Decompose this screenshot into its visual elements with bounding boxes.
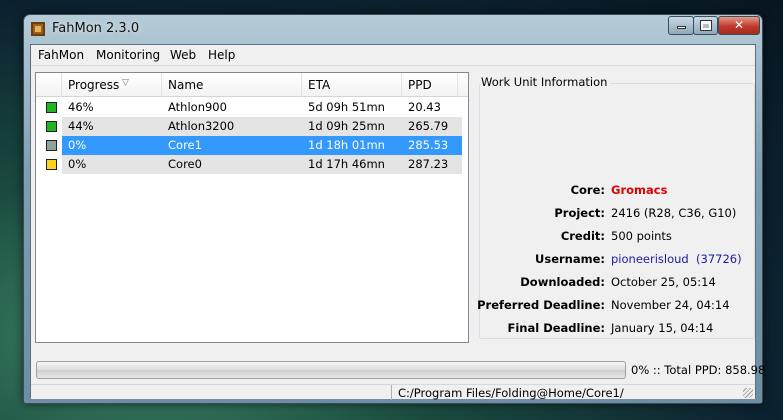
close-button[interactable]: ✕ [718, 16, 760, 35]
client-area: FahMon Monitoring Web Help Progress ▽ Na… [30, 44, 765, 400]
total-ppd-text: 0% :: Total PPD: 858.98 [631, 363, 766, 377]
fahmon-app-icon[interactable] [31, 22, 45, 36]
final-deadline-value: January 15, 04:14 [611, 321, 714, 335]
menu-fahmon[interactable]: FahMon [38, 48, 84, 62]
column-status[interactable] [36, 73, 62, 97]
fahmon-window: FahMon 2.3.0 ✕ FahMon Monitoring Web Hel… [23, 14, 765, 404]
column-name[interactable]: Name [162, 73, 302, 97]
table-row[interactable]: 44% Athlon3200 1d 09h 25mn 265.79 [36, 117, 470, 136]
sort-descending-icon: ▽ [122, 78, 129, 88]
table-row[interactable]: 46% Athlon900 5d 09h 51mn 20.43 [36, 98, 470, 117]
cell-progress: 46% [68, 100, 94, 114]
info-row-core: Core: Gromacs [477, 183, 755, 199]
row-background [62, 98, 462, 117]
core-value: Gromacs [611, 183, 668, 197]
project-label: Project: [554, 206, 605, 220]
menu-bar: FahMon Monitoring Web Help [31, 45, 755, 66]
preferred-deadline-label: Preferred Deadline: [477, 298, 605, 312]
close-icon: ✕ [733, 18, 745, 32]
core-label: Core: [570, 183, 605, 197]
list-header: Progress ▽ Name ETA PPD [36, 73, 468, 97]
downloaded-value: October 25, 05:14 [611, 275, 716, 289]
table-row[interactable]: 0% Core1 1d 18h 01mn 285.53 [36, 136, 470, 155]
info-row-downloaded: Downloaded: October 25, 05:14 [477, 275, 755, 291]
column-progress[interactable]: Progress ▽ [62, 73, 162, 97]
username-label: Username: [535, 252, 605, 266]
project-value: 2416 (R28, C36, G10) [611, 206, 737, 220]
menu-monitoring[interactable]: Monitoring [96, 48, 160, 62]
final-deadline-label: Final Deadline: [507, 321, 606, 335]
cell-ppd: 287.23 [408, 157, 449, 171]
client-status-icon [46, 159, 57, 170]
cell-eta: 1d 18h 01mn [308, 138, 385, 152]
resize-grip[interactable] [743, 388, 753, 398]
title-bar[interactable]: FahMon 2.3.0 ✕ [24, 15, 762, 43]
cell-ppd: 265.79 [408, 119, 449, 133]
menu-help[interactable]: Help [208, 48, 235, 62]
info-row-project: Project: 2416 (R28, C36, G10) [477, 206, 755, 222]
client-list[interactable]: Progress ▽ Name ETA PPD 46% Athlon900 5d 0… [35, 72, 469, 343]
cell-name: Athlon3200 [168, 119, 235, 133]
client-status-icon [46, 102, 57, 113]
cell-progress: 44% [68, 119, 94, 133]
status-path: C:/Program Files/Folding@Home/Core1/ [398, 386, 624, 400]
cell-eta: 1d 17h 46mn [308, 157, 385, 171]
cell-eta: 5d 09h 51mn [308, 100, 385, 114]
cell-name: Core1 [168, 138, 202, 152]
cell-ppd: 285.53 [408, 138, 449, 152]
status-separator [391, 385, 392, 400]
cell-ppd: 20.43 [408, 100, 441, 114]
row-background [62, 136, 462, 155]
cell-eta: 1d 09h 25mn [308, 119, 385, 133]
info-title: Work Unit Information [481, 75, 611, 89]
minimize-button[interactable] [668, 16, 694, 35]
column-ppd[interactable]: PPD [402, 73, 458, 97]
minimize-icon [676, 26, 686, 29]
status-bar: C:/Program Files/Folding@Home/Core1/ [31, 384, 755, 400]
cell-name: Athlon900 [168, 100, 227, 114]
preferred-deadline-value: November 24, 04:14 [611, 298, 730, 312]
credit-value: 500 points [611, 229, 672, 243]
column-eta[interactable]: ETA [302, 73, 402, 97]
menu-web[interactable]: Web [170, 48, 196, 62]
info-row-credit: Credit: 500 points [477, 229, 755, 245]
info-row-preferred-deadline: Preferred Deadline: November 24, 04:14 [477, 298, 755, 314]
window-title: FahMon 2.3.0 [52, 21, 140, 36]
maximize-icon [700, 21, 711, 30]
row-background [62, 117, 462, 136]
cell-progress: 0% [68, 157, 87, 171]
row-background [62, 155, 462, 174]
table-row[interactable]: 0% Core0 1d 17h 46mn 287.23 [36, 155, 470, 174]
client-status-icon [46, 121, 57, 132]
client-status-icon [46, 140, 57, 151]
downloaded-label: Downloaded: [520, 275, 605, 289]
cell-progress: 0% [68, 138, 87, 152]
username-value: pioneerisloud (37726) [611, 252, 742, 266]
info-row-final-deadline: Final Deadline: January 15, 04:14 [477, 321, 755, 337]
total-progress-bar [36, 361, 626, 379]
maximize-button[interactable] [693, 16, 718, 35]
credit-label: Credit: [560, 229, 605, 243]
work-unit-info-panel: Work Unit Information Core: Gromacs Proj… [477, 72, 755, 343]
column-progress-label: Progress [68, 78, 120, 92]
cell-name: Core0 [168, 157, 202, 171]
info-row-username: Username: pioneerisloud (37726) [477, 252, 755, 268]
